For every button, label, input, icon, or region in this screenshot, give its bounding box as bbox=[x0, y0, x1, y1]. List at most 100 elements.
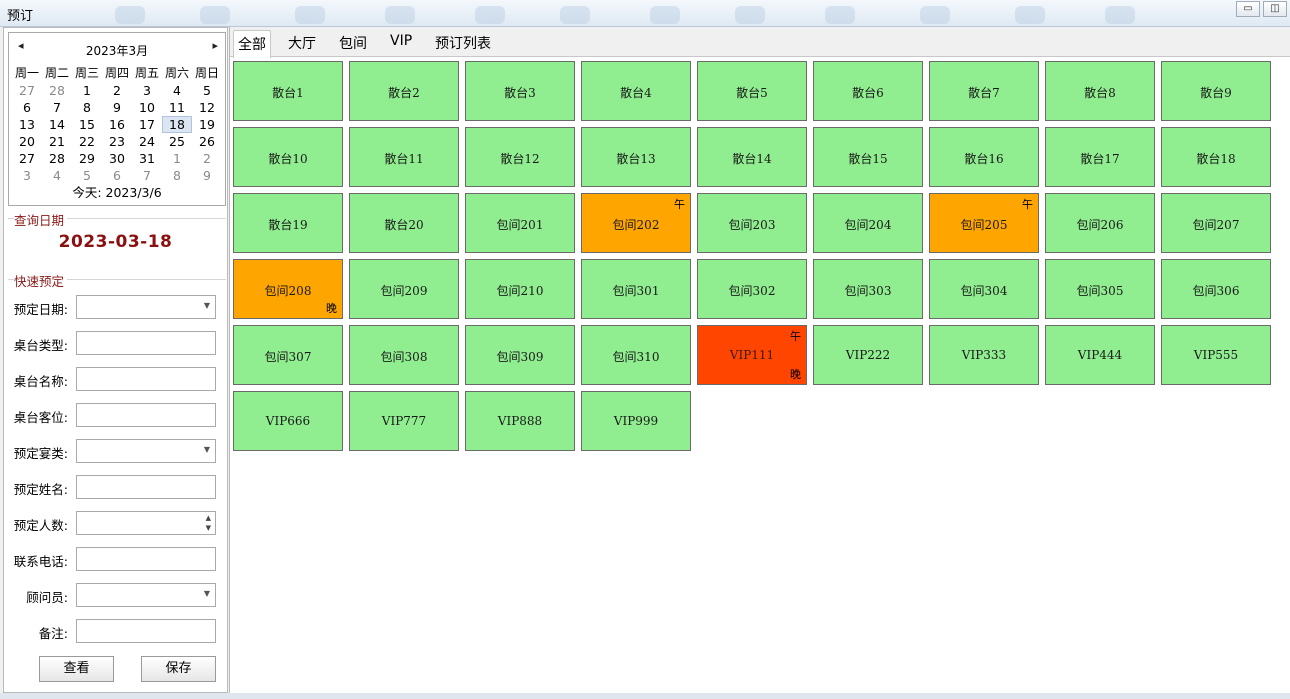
table-tile[interactable]: 散台16 bbox=[929, 127, 1039, 187]
tab-private-room[interactable]: 包间 bbox=[339, 33, 367, 53]
restore-icon[interactable]: ◫ bbox=[1263, 1, 1287, 17]
calendar-day[interactable]: 18 bbox=[162, 116, 192, 133]
table-tile[interactable]: VIP222 bbox=[813, 325, 923, 385]
calendar-day[interactable]: 8 bbox=[72, 99, 102, 116]
minimize-icon[interactable]: ▭ bbox=[1236, 1, 1260, 17]
table-tile[interactable]: 散台11 bbox=[349, 127, 459, 187]
calendar-day[interactable]: 14 bbox=[42, 116, 72, 133]
calendar-day[interactable]: 27 bbox=[12, 150, 42, 167]
calendar-day[interactable]: 3 bbox=[132, 82, 162, 99]
table-tile[interactable]: 包间306 bbox=[1161, 259, 1271, 319]
table-tile[interactable]: VIP888 bbox=[465, 391, 575, 451]
table-tile[interactable]: 包间201 bbox=[465, 193, 575, 253]
calendar-day[interactable]: 28 bbox=[42, 82, 72, 99]
table-tile[interactable]: 包间310 bbox=[581, 325, 691, 385]
table-tile[interactable]: 散台7 bbox=[929, 61, 1039, 121]
calendar-day[interactable]: 27 bbox=[12, 82, 42, 99]
calendar-day[interactable]: 29 bbox=[72, 150, 102, 167]
table-tile[interactable]: 散台9 bbox=[1161, 61, 1271, 121]
table-tile[interactable]: VIP333 bbox=[929, 325, 1039, 385]
calendar-day[interactable]: 7 bbox=[42, 99, 72, 116]
table-tile[interactable]: 散台13 bbox=[581, 127, 691, 187]
table-tile[interactable]: 包间209 bbox=[349, 259, 459, 319]
calendar-day[interactable]: 1 bbox=[72, 82, 102, 99]
tab-vip[interactable]: VIP bbox=[390, 33, 412, 49]
calendar-day[interactable]: 31 bbox=[132, 150, 162, 167]
tab-hall[interactable]: 大厅 bbox=[288, 33, 316, 53]
chevron-down-icon[interactable]: ▼ bbox=[204, 445, 210, 454]
table-tile[interactable]: 包间203 bbox=[697, 193, 807, 253]
calendar-day[interactable]: 25 bbox=[162, 133, 192, 150]
calendar-day[interactable]: 22 bbox=[72, 133, 102, 150]
spin-up-icon[interactable]: ▲ bbox=[206, 514, 211, 522]
calendar-day[interactable]: 24 bbox=[132, 133, 162, 150]
calendar-day[interactable]: 11 bbox=[162, 99, 192, 116]
calendar-day[interactable]: 13 bbox=[12, 116, 42, 133]
table-tile[interactable]: 散台5 bbox=[697, 61, 807, 121]
table-tile[interactable]: 散台12 bbox=[465, 127, 575, 187]
calendar-day[interactable]: 26 bbox=[192, 133, 222, 150]
table-tile[interactable]: 包间304 bbox=[929, 259, 1039, 319]
remarks-field[interactable] bbox=[76, 619, 216, 643]
spin-down-icon[interactable]: ▼ bbox=[206, 524, 211, 532]
table-tile[interactable]: 包间210 bbox=[465, 259, 575, 319]
table-tile[interactable]: VIP999 bbox=[581, 391, 691, 451]
table-tile[interactable]: 包间205 午 bbox=[929, 193, 1039, 253]
table-tile[interactable]: 散台15 bbox=[813, 127, 923, 187]
calendar-day[interactable]: 23 bbox=[102, 133, 132, 150]
table-tile[interactable]: 包间206 bbox=[1045, 193, 1155, 253]
table-tile[interactable]: 包间207 bbox=[1161, 193, 1271, 253]
table-type-field[interactable] bbox=[76, 331, 216, 355]
table-tile[interactable]: 散台2 bbox=[349, 61, 459, 121]
calendar-day[interactable]: 16 bbox=[102, 116, 132, 133]
chevron-down-icon[interactable]: ▼ bbox=[204, 301, 210, 310]
calendar-day[interactable]: 10 bbox=[132, 99, 162, 116]
table-tile[interactable]: VIP444 bbox=[1045, 325, 1155, 385]
calendar-day[interactable]: 1 bbox=[162, 150, 192, 167]
table-tile[interactable]: 包间204 bbox=[813, 193, 923, 253]
save-button[interactable]: 保存 bbox=[141, 656, 216, 682]
table-tile[interactable]: 散台3 bbox=[465, 61, 575, 121]
calendar-day[interactable]: 21 bbox=[42, 133, 72, 150]
banquet-type-dropdown[interactable]: ▼ bbox=[76, 439, 216, 463]
table-tile[interactable]: 散台4 bbox=[581, 61, 691, 121]
table-tile[interactable]: 散台19 bbox=[233, 193, 343, 253]
table-tile[interactable]: 散台20 bbox=[349, 193, 459, 253]
calendar-day[interactable]: 12 bbox=[192, 99, 222, 116]
chevron-down-icon[interactable]: ▼ bbox=[204, 589, 210, 598]
calendar-day[interactable]: 20 bbox=[12, 133, 42, 150]
table-tile[interactable]: 散台10 bbox=[233, 127, 343, 187]
table-tile[interactable]: 包间302 bbox=[697, 259, 807, 319]
table-tile[interactable]: 散台8 bbox=[1045, 61, 1155, 121]
calendar-day[interactable]: 28 bbox=[42, 150, 72, 167]
calendar-day[interactable]: 4 bbox=[162, 82, 192, 99]
table-tile[interactable]: 散台17 bbox=[1045, 127, 1155, 187]
calendar-day[interactable]: 17 bbox=[132, 116, 162, 133]
calendar-month-title[interactable]: 2023年3月 bbox=[9, 42, 225, 59]
table-tile[interactable]: 散台6 bbox=[813, 61, 923, 121]
guest-name-field[interactable] bbox=[76, 475, 216, 499]
calendar-day[interactable]: 15 bbox=[72, 116, 102, 133]
table-tile[interactable]: 包间208 晚 bbox=[233, 259, 343, 319]
table-name-field[interactable] bbox=[76, 367, 216, 391]
calendar-day[interactable]: 19 bbox=[192, 116, 222, 133]
tab-all[interactable]: 全部 bbox=[233, 30, 271, 58]
table-tile[interactable]: 包间202 午 bbox=[581, 193, 691, 253]
calendar-today-link[interactable]: 今天: 2023/3/6 bbox=[9, 182, 225, 201]
view-button[interactable]: 查看 bbox=[39, 656, 114, 682]
table-seats-field[interactable] bbox=[76, 403, 216, 427]
table-tile[interactable]: 散台14 bbox=[697, 127, 807, 187]
table-tile[interactable]: VIP555 bbox=[1161, 325, 1271, 385]
tab-booking-list[interactable]: 预订列表 bbox=[435, 33, 491, 53]
calendar-day[interactable]: 2 bbox=[102, 82, 132, 99]
booking-date-dropdown[interactable]: ▼ bbox=[76, 295, 216, 319]
table-tile[interactable]: VIP111 午晚 bbox=[697, 325, 807, 385]
table-tile[interactable]: VIP777 bbox=[349, 391, 459, 451]
table-tile[interactable]: 包间309 bbox=[465, 325, 575, 385]
calendar-day[interactable]: 5 bbox=[192, 82, 222, 99]
table-tile[interactable]: 包间308 bbox=[349, 325, 459, 385]
calendar-day[interactable]: 6 bbox=[12, 99, 42, 116]
table-tile[interactable]: 包间305 bbox=[1045, 259, 1155, 319]
guest-count-stepper[interactable]: ▲ ▼ bbox=[76, 511, 216, 535]
table-tile[interactable]: 包间301 bbox=[581, 259, 691, 319]
